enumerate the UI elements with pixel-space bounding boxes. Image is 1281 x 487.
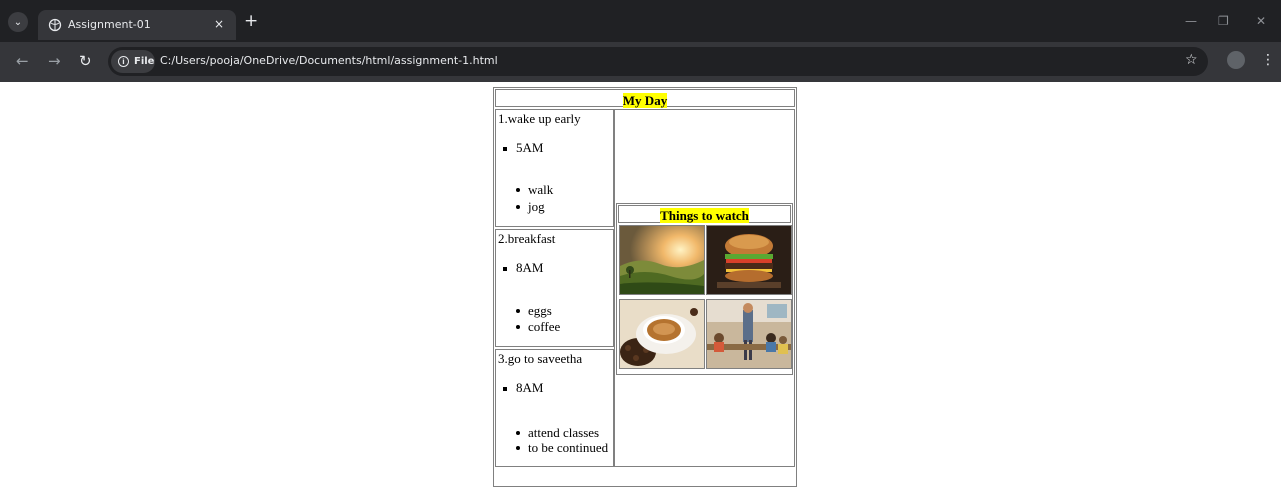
things-title: Things to watch (660, 208, 749, 223)
section-wake-up: 1.wake up early 5AM walk jog (495, 109, 614, 227)
bookmark-star-icon[interactable]: ☆ (1185, 52, 1198, 68)
url-text[interactable]: C:/Users/pooja/OneDrive/Documents/html/a… (160, 54, 498, 67)
things-title-cell: Things to watch (618, 205, 791, 223)
list-item: to be continued (515, 440, 609, 455)
tab-search-button[interactable]: ⌄ (8, 12, 28, 32)
list-item: walk (515, 182, 554, 197)
restore-icon[interactable]: ❐ (1218, 14, 1229, 28)
section-heading: 3.go to saveetha (498, 351, 583, 366)
tab-strip: ⌄ Assignment-01 × + — ❐ ✕ (0, 0, 1281, 42)
section-heading: 1.wake up early (498, 111, 581, 126)
section-saveetha: 3.go to saveetha 8AM attend classes to b… (495, 349, 614, 467)
active-tab[interactable]: Assignment-01 × (38, 10, 236, 40)
back-icon[interactable]: ← (16, 52, 29, 70)
list-item: jog (516, 199, 545, 214)
address-bar[interactable]: i File C:/Users/pooja/OneDrive/Documents… (108, 47, 1208, 76)
section-breakfast: 2.breakfast 8AM eggs coffee (495, 229, 614, 347)
reload-icon[interactable]: ↻ (79, 52, 92, 70)
close-window-icon[interactable]: ✕ (1256, 14, 1266, 28)
title-cell: My Day (495, 89, 795, 108)
chevron-down-icon: ⌄ (13, 16, 23, 28)
browser-toolbar: ← → ↻ i File C:/Users/pooja/OneDrive/Doc… (0, 42, 1281, 82)
globe-icon (48, 18, 62, 32)
burger-image (706, 225, 792, 295)
classroom-image (706, 299, 792, 369)
section-heading: 2.breakfast (498, 231, 556, 246)
file-label: File (134, 56, 155, 67)
forward-icon[interactable]: → (48, 52, 61, 70)
new-tab-button[interactable]: + (244, 13, 258, 30)
list-item: attend classes (515, 425, 600, 440)
page-title: My Day (622, 93, 668, 108)
list-item: eggs (516, 303, 552, 318)
close-tab-icon[interactable]: × (214, 17, 224, 31)
section-time: 8AM (502, 260, 544, 275)
profile-avatar-icon[interactable] (1227, 51, 1245, 69)
coffee-image (619, 299, 705, 369)
section-time: 5AM (502, 140, 544, 155)
site-info-chip[interactable]: i File (111, 50, 155, 73)
more-menu-icon[interactable]: ⋮ (1261, 52, 1275, 68)
info-icon: i (118, 56, 129, 67)
section-time: 8AM (502, 380, 544, 395)
tab-title: Assignment-01 (68, 18, 151, 31)
minimize-icon[interactable]: — (1185, 14, 1197, 28)
list-item: coffee (515, 319, 561, 334)
landscape-image (619, 225, 705, 295)
